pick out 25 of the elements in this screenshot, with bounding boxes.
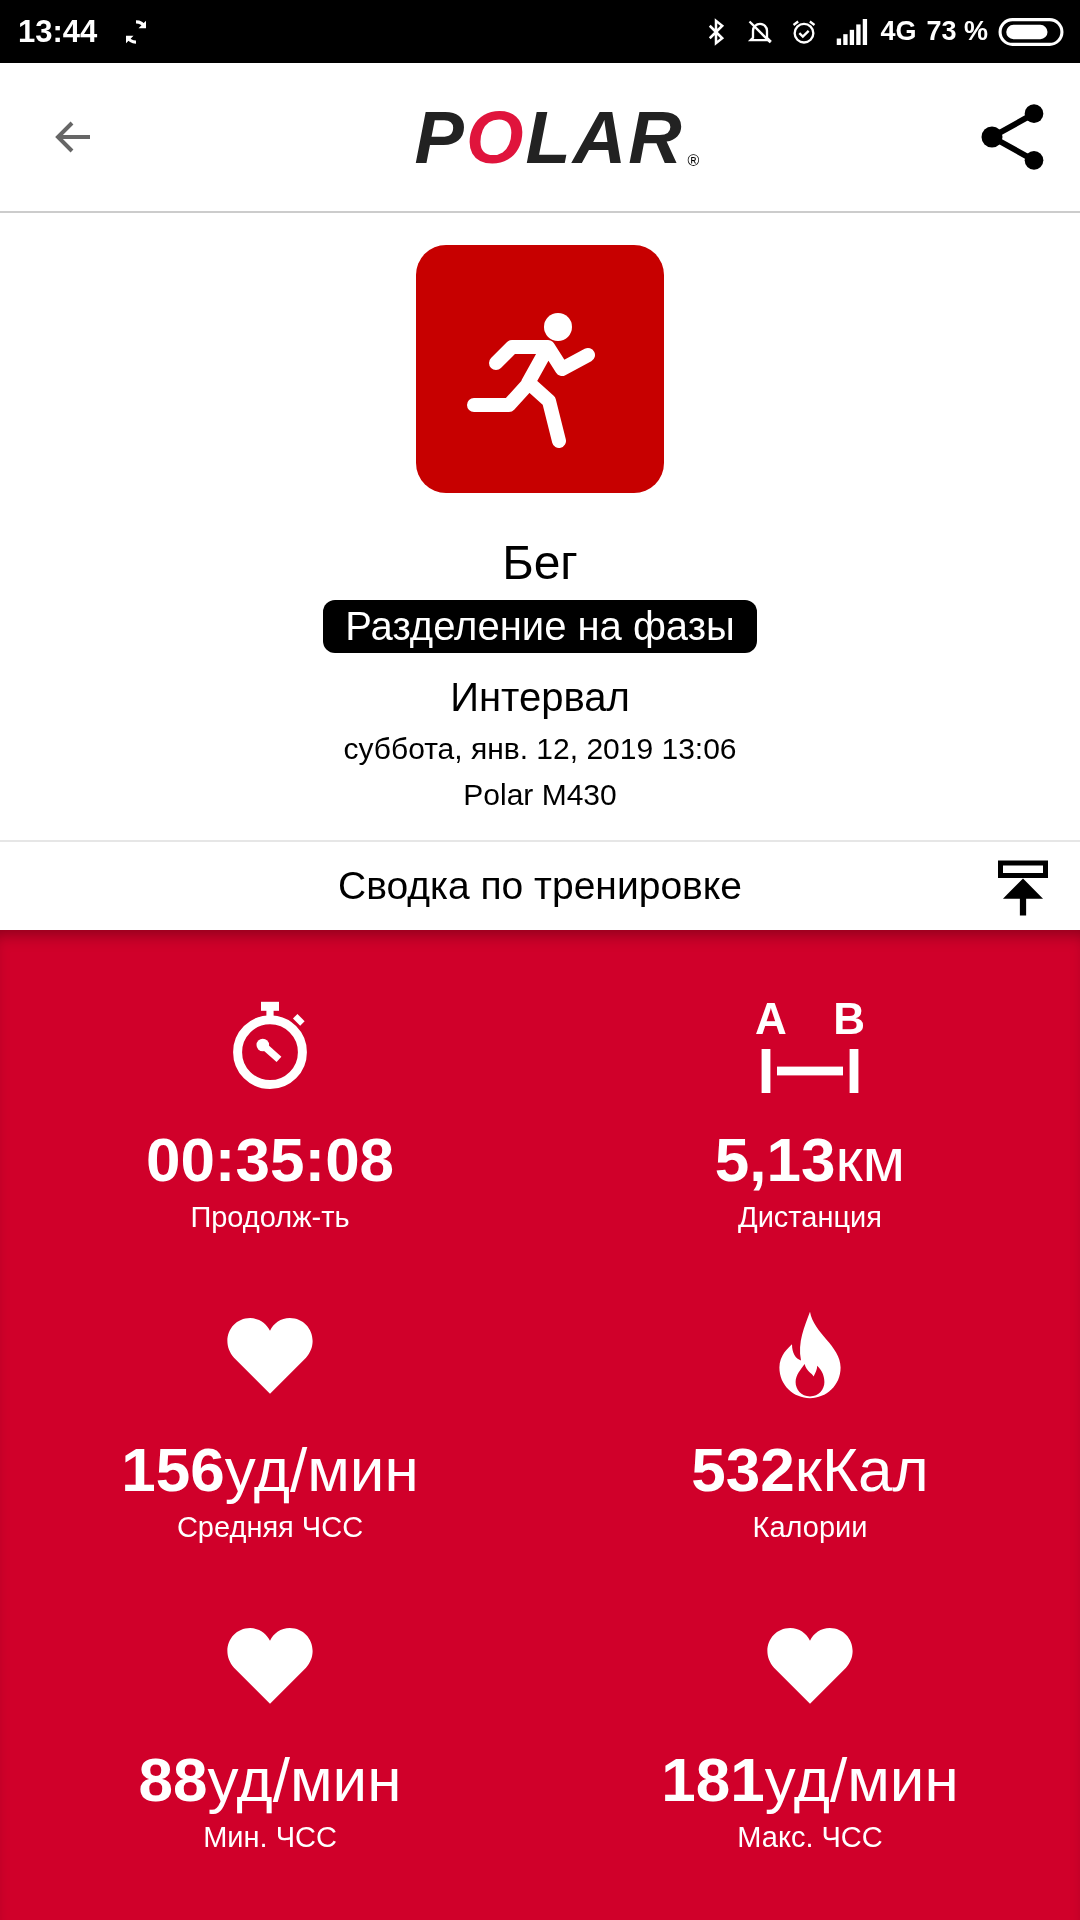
stat-value: 88уд/мин: [138, 1744, 402, 1815]
summary-title: Сводка по тренировке: [338, 863, 742, 908]
device-name: Polar M430: [463, 777, 617, 812]
stat-label: Калории: [752, 1511, 868, 1544]
running-icon: [416, 244, 664, 493]
stat-value: 181уд/мин: [661, 1744, 959, 1815]
session-date: суббота, янв. 12, 2019 13:06: [343, 731, 737, 766]
polar-logo: POLAR®: [414, 94, 702, 180]
collapse-icon[interactable]: [998, 859, 1048, 916]
stat-value: 156уд/мин: [121, 1434, 419, 1505]
stat-value: 532кКал: [691, 1434, 929, 1505]
stat-label: Мин. ЧСС: [203, 1821, 337, 1854]
phase-name: Интервал: [450, 674, 630, 720]
stat-label: Средняя ЧСС: [176, 1511, 364, 1544]
stat-label: Продолж-ть: [190, 1201, 350, 1234]
stat-label: Макс. ЧСС: [737, 1821, 883, 1854]
battery-icon: [998, 16, 1064, 47]
sport-name: Бег: [502, 534, 578, 590]
stat-label: Дистанция: [738, 1201, 882, 1234]
clock: 13:44: [18, 13, 98, 50]
stat-value: 5,13км: [714, 1124, 906, 1195]
network-type: 4G: [880, 16, 917, 48]
stat-value: 00:35:08: [145, 1124, 395, 1195]
battery-percent: 73 %: [926, 16, 988, 48]
phases-badge[interactable]: Разделение на фазы: [323, 599, 757, 653]
